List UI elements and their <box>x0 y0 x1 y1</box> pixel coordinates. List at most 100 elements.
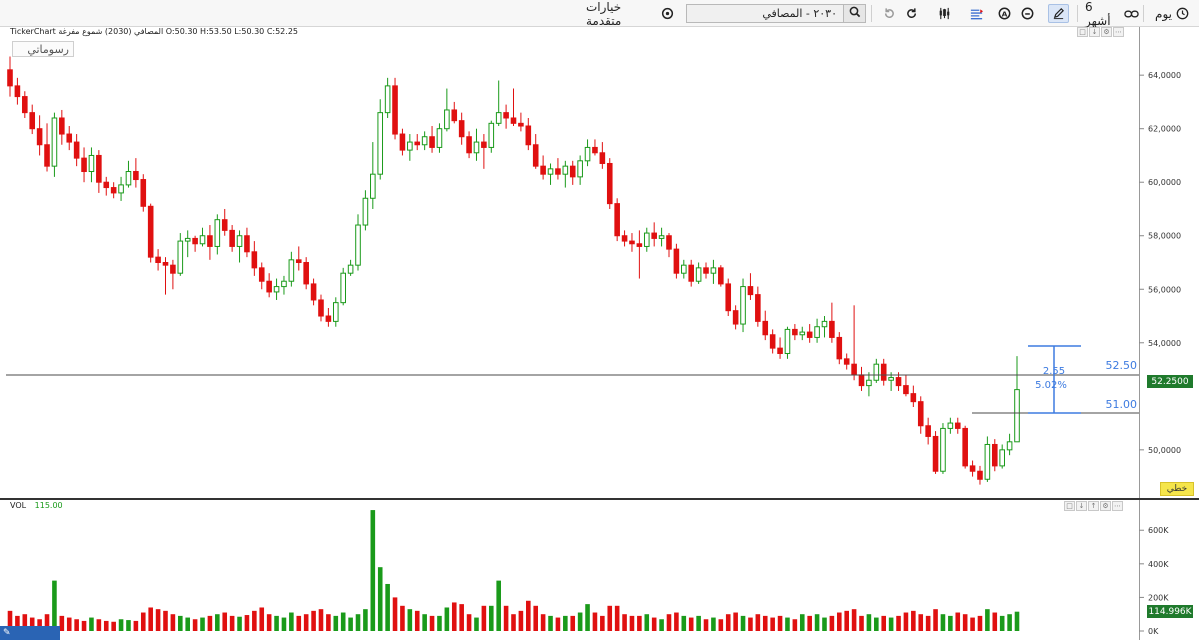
volume-bar <box>437 615 442 631</box>
pane-settings-icon[interactable]: ⚙ <box>1101 27 1112 37</box>
volume-bar <box>370 510 376 631</box>
candle <box>399 133 406 151</box>
volume-bar <box>718 619 724 631</box>
candle <box>688 264 695 282</box>
volume-bar <box>392 597 398 631</box>
volume-bar <box>488 605 494 631</box>
pane-up-icon[interactable]: ↑ <box>1088 501 1099 511</box>
volume-bar <box>785 617 790 631</box>
volume-bar <box>829 615 835 631</box>
candle <box>947 422 954 429</box>
volume-bar <box>992 612 998 631</box>
volume-bar <box>762 615 768 631</box>
candle <box>229 229 235 247</box>
candle <box>866 379 872 387</box>
candle <box>14 85 21 98</box>
candle <box>606 162 613 205</box>
volume-bar <box>496 580 501 631</box>
volume-bar <box>518 610 524 631</box>
volume-bar <box>200 617 205 631</box>
pane-more-icon[interactable]: ⋯ <box>1113 27 1124 37</box>
candle <box>66 133 73 143</box>
volume-bar <box>459 604 464 631</box>
candle <box>236 235 243 247</box>
volume-bar <box>311 610 316 631</box>
candle <box>880 363 887 381</box>
pane-more-icon[interactable]: ⋯ <box>1112 501 1123 511</box>
candle <box>481 141 487 148</box>
volume-bar <box>1014 611 1020 631</box>
candle <box>384 85 391 114</box>
candle <box>495 112 502 124</box>
volume-bar <box>999 615 1005 631</box>
volume-bar <box>777 615 783 631</box>
candle <box>436 128 443 148</box>
candle <box>214 219 221 247</box>
volume-axis-label: 0K <box>1148 627 1159 636</box>
volume-bar <box>577 612 583 631</box>
pane-maximize-icon[interactable]: □ <box>1064 501 1075 511</box>
candle <box>44 144 50 167</box>
candle <box>458 120 465 138</box>
candle <box>118 184 124 194</box>
candle <box>525 125 532 146</box>
candle <box>621 235 628 242</box>
volume-bar <box>585 604 590 631</box>
volume-bar <box>977 615 983 631</box>
volume-bar <box>400 605 405 631</box>
volume-bar <box>955 612 961 631</box>
candle <box>895 377 902 387</box>
candle <box>984 443 991 480</box>
candle <box>310 283 317 301</box>
candle <box>925 425 931 437</box>
volume-bar <box>363 609 368 631</box>
candle <box>540 165 546 175</box>
price-axis-label: 56,0000 <box>1148 285 1181 294</box>
volume-axis-label: 600K <box>1148 526 1169 535</box>
candle <box>873 363 880 381</box>
volume-bar <box>348 617 353 631</box>
volume-bar <box>451 602 457 631</box>
pane-settings-icon[interactable]: ⚙ <box>1100 501 1111 511</box>
candle <box>466 136 472 154</box>
candle <box>251 251 258 269</box>
candle <box>991 443 998 467</box>
volume-axis-label: 200K <box>1148 593 1169 602</box>
volume-bar <box>481 605 487 631</box>
volume-bar <box>614 605 620 631</box>
candle <box>488 122 495 148</box>
volume-bar <box>733 612 738 631</box>
volume-bar <box>851 609 857 631</box>
candle <box>910 393 917 403</box>
candle <box>814 326 820 338</box>
candle <box>184 237 191 242</box>
volume-bar <box>985 609 990 631</box>
volume-bar <box>1007 614 1012 631</box>
volume-bar <box>155 609 161 631</box>
pane-down-icon[interactable]: ↓ <box>1076 501 1087 511</box>
volume-bar <box>74 619 79 631</box>
volume-bar <box>644 614 650 631</box>
candle <box>273 286 280 293</box>
candle <box>340 272 346 304</box>
candle <box>954 422 961 429</box>
volume-bar <box>140 612 146 631</box>
scale-mode-button[interactable]: خطي <box>1160 482 1194 496</box>
volume-bar <box>118 619 124 631</box>
candle <box>762 320 769 336</box>
volume-bar <box>66 617 72 631</box>
volume-bar <box>163 610 168 631</box>
candle <box>392 85 398 135</box>
volume-bar <box>570 615 576 631</box>
drawings-toggle[interactable]: رسوماتي <box>12 41 74 57</box>
candle <box>673 248 680 274</box>
price-pane-header: TickerChart المصافي (2030) شموع مفرغة O:… <box>10 27 298 36</box>
volume-bar <box>252 610 257 631</box>
pane-maximize-icon[interactable]: □ <box>1077 27 1088 37</box>
pane-down-icon[interactable]: ↓ <box>1089 27 1100 37</box>
annotations: 52.50 51.00 2.55 5.02% <box>6 345 1139 414</box>
volume-bar <box>296 615 302 631</box>
volume-bar <box>215 614 220 631</box>
candle <box>755 294 761 322</box>
volume-bar <box>681 615 687 631</box>
